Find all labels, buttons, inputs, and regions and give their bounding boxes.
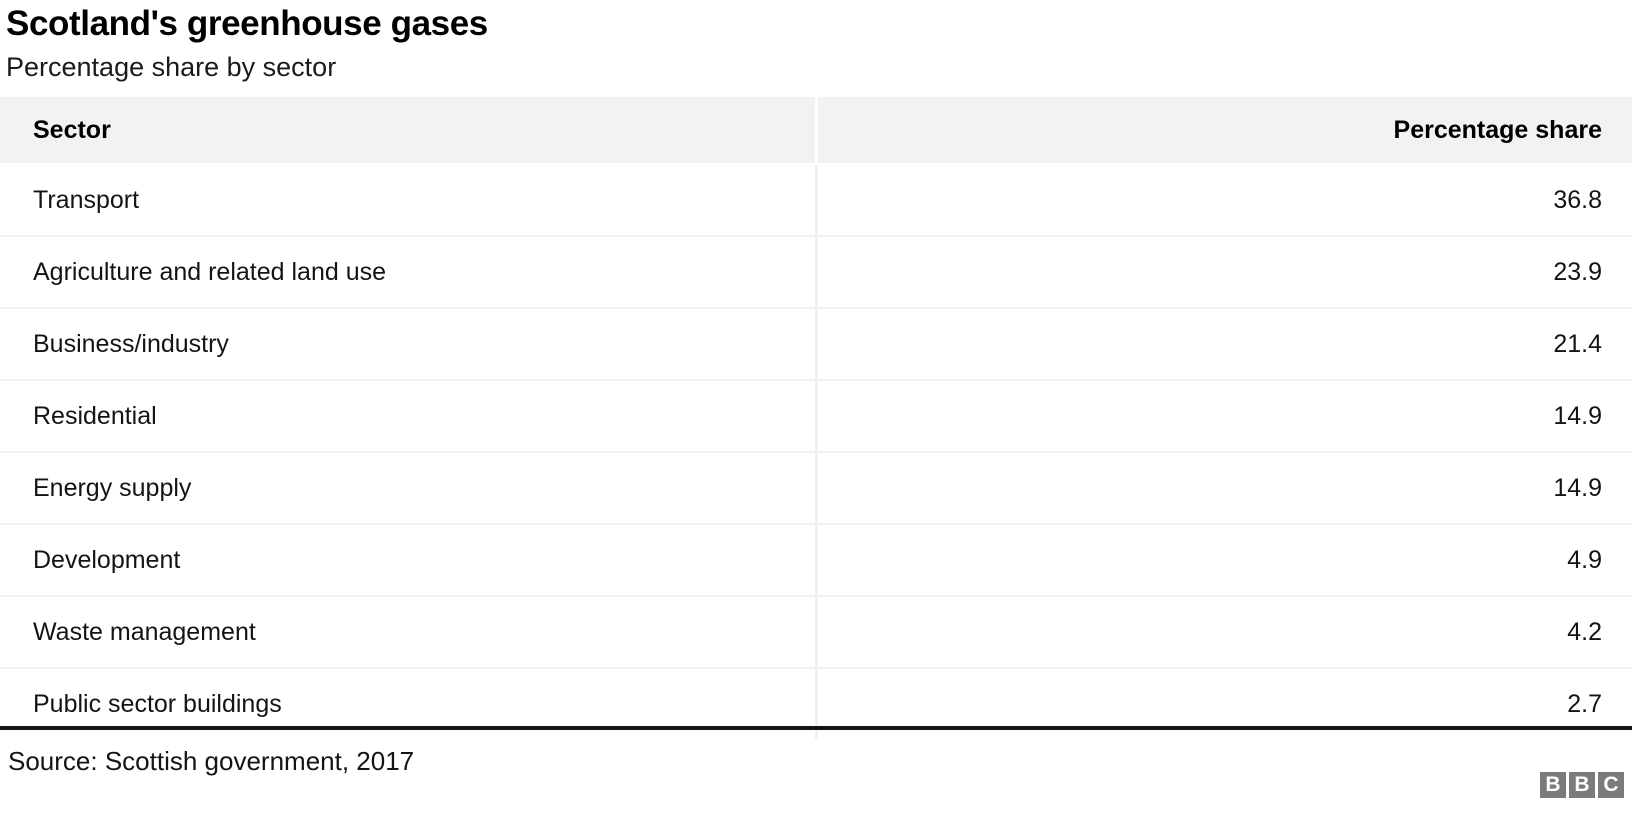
cell-percentage-share: 14.9 [816, 451, 1632, 524]
cell-percentage-share: 36.8 [816, 163, 1632, 236]
table-row: Energy supply 14.9 [0, 451, 1632, 524]
table-row: Transport 36.8 [0, 163, 1632, 236]
column-header-percentage-share: Percentage share [816, 97, 1632, 164]
cell-sector: Business/industry [0, 307, 818, 380]
bbc-logo-letter: C [1598, 772, 1624, 798]
table-header-row: Sector Percentage share [0, 97, 1632, 164]
bbc-logo: BBC [1540, 772, 1624, 798]
table-row: Development 4.9 [0, 523, 1632, 596]
column-header-sector: Sector [0, 97, 818, 164]
cell-sector: Development [0, 523, 818, 596]
bbc-logo-letter: B [1540, 772, 1566, 798]
cell-percentage-share: 4.9 [816, 523, 1632, 596]
table-row: Waste management 4.2 [0, 595, 1632, 668]
cell-percentage-share: 14.9 [816, 379, 1632, 452]
source-note: Source: Scottish government, 2017 [8, 746, 415, 776]
cell-sector: Agriculture and related land use [0, 235, 818, 308]
chart-footer: Source: Scottish government, 2017 BBC [0, 726, 1632, 818]
cell-sector: Residential [0, 379, 818, 452]
cell-sector: Transport [0, 163, 818, 236]
cell-sector: Energy supply [0, 451, 818, 524]
greenhouse-gas-table: Sector Percentage share Transport 36.8 Agr… [0, 97, 1632, 739]
cell-percentage-share: 4.2 [816, 595, 1632, 668]
table-row: Residential 14.9 [0, 379, 1632, 452]
table-row: Agriculture and related land use 23.9 [0, 235, 1632, 308]
table-body: Transport 36.8 Agriculture and related lan… [0, 163, 1632, 739]
bbc-logo-letter: B [1569, 772, 1595, 798]
cell-percentage-share: 23.9 [816, 235, 1632, 308]
page-subtitle: Percentage share by sector [6, 52, 337, 82]
cell-percentage-share: 21.4 [816, 307, 1632, 380]
table-header: Sector Percentage share [0, 97, 1632, 164]
cell-sector: Waste management [0, 595, 818, 668]
page-title: Scotland's greenhouse gases [6, 4, 488, 43]
table-wrapper: Sector Percentage share Transport 36.8 Agr… [0, 97, 1632, 739]
chart-container: Scotland's greenhouse gases Percentage s… [0, 0, 1632, 818]
table-row: Business/industry 21.4 [0, 307, 1632, 380]
heading-block: Scotland's greenhouse gases Percentage s… [0, 0, 1632, 85]
